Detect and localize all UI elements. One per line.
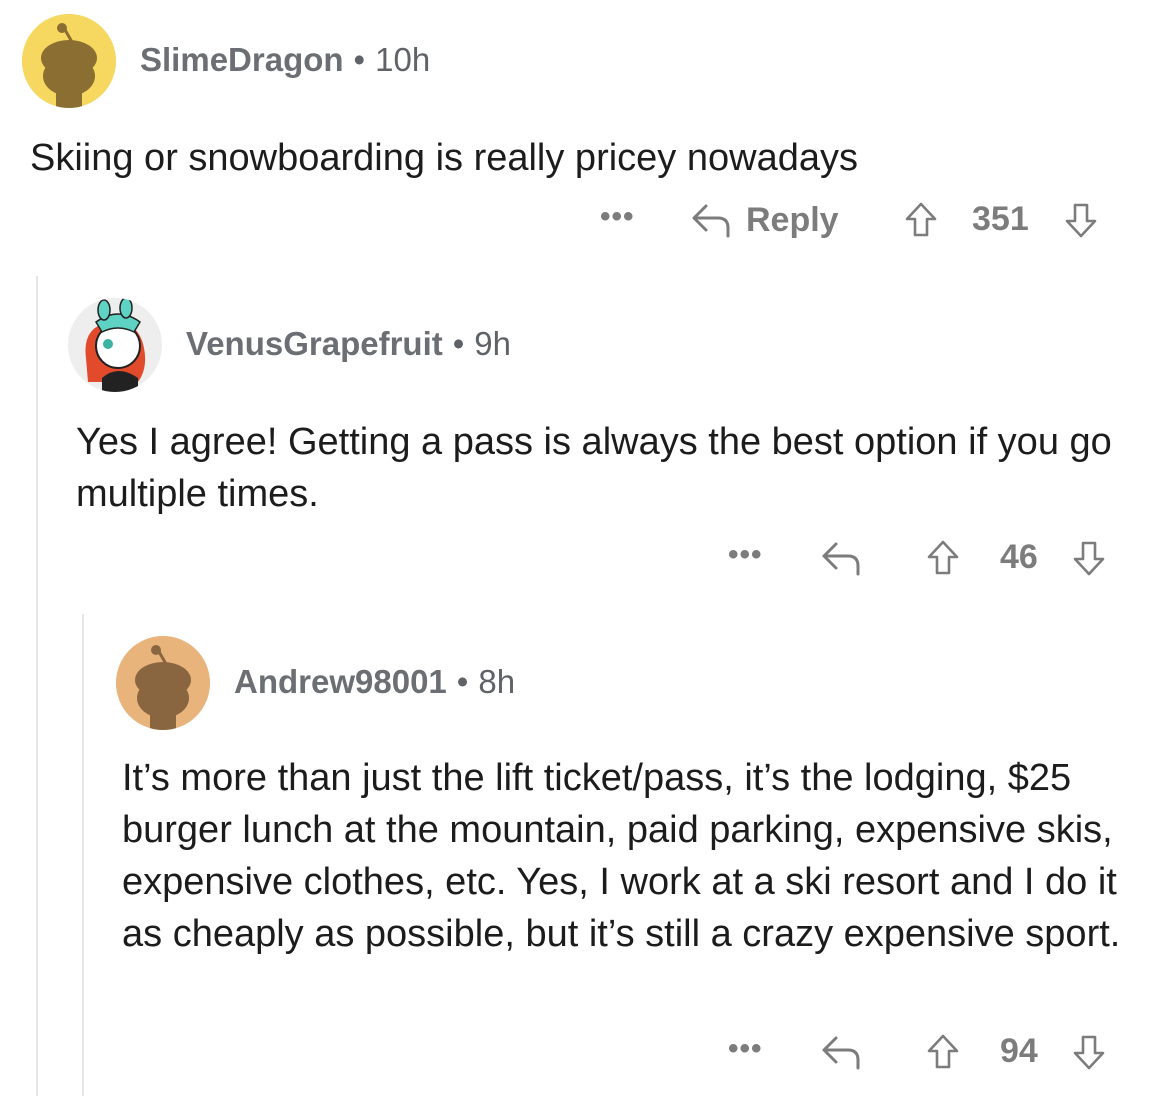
reply-button[interactable] <box>820 1032 862 1072</box>
timestamp: 8h <box>478 663 516 700</box>
vote-control: 94 <box>926 1032 1106 1071</box>
username[interactable]: Andrew98001 <box>234 663 447 700</box>
comment-body: It’s more than just the lift ticket/pass… <box>122 757 1121 955</box>
comment-actions: ••• 94 <box>0 1030 1176 1080</box>
vote-score: 94 <box>1000 1032 1038 1070</box>
more-options-button[interactable]: ••• <box>728 1032 763 1066</box>
meta-separator: • <box>456 663 469 700</box>
avatar[interactable] <box>116 636 210 730</box>
snoo-avatar-icon <box>116 636 210 730</box>
downvote-arrow-icon[interactable] <box>1072 1033 1106 1071</box>
comment-meta: Andrew98001 • 8h <box>234 663 515 701</box>
comment-andrew98001: Andrew98001 • 8h It’s more than just the l… <box>0 0 1176 1096</box>
reply-arrow-icon <box>820 1032 862 1072</box>
upvote-arrow-icon[interactable] <box>926 1033 960 1071</box>
